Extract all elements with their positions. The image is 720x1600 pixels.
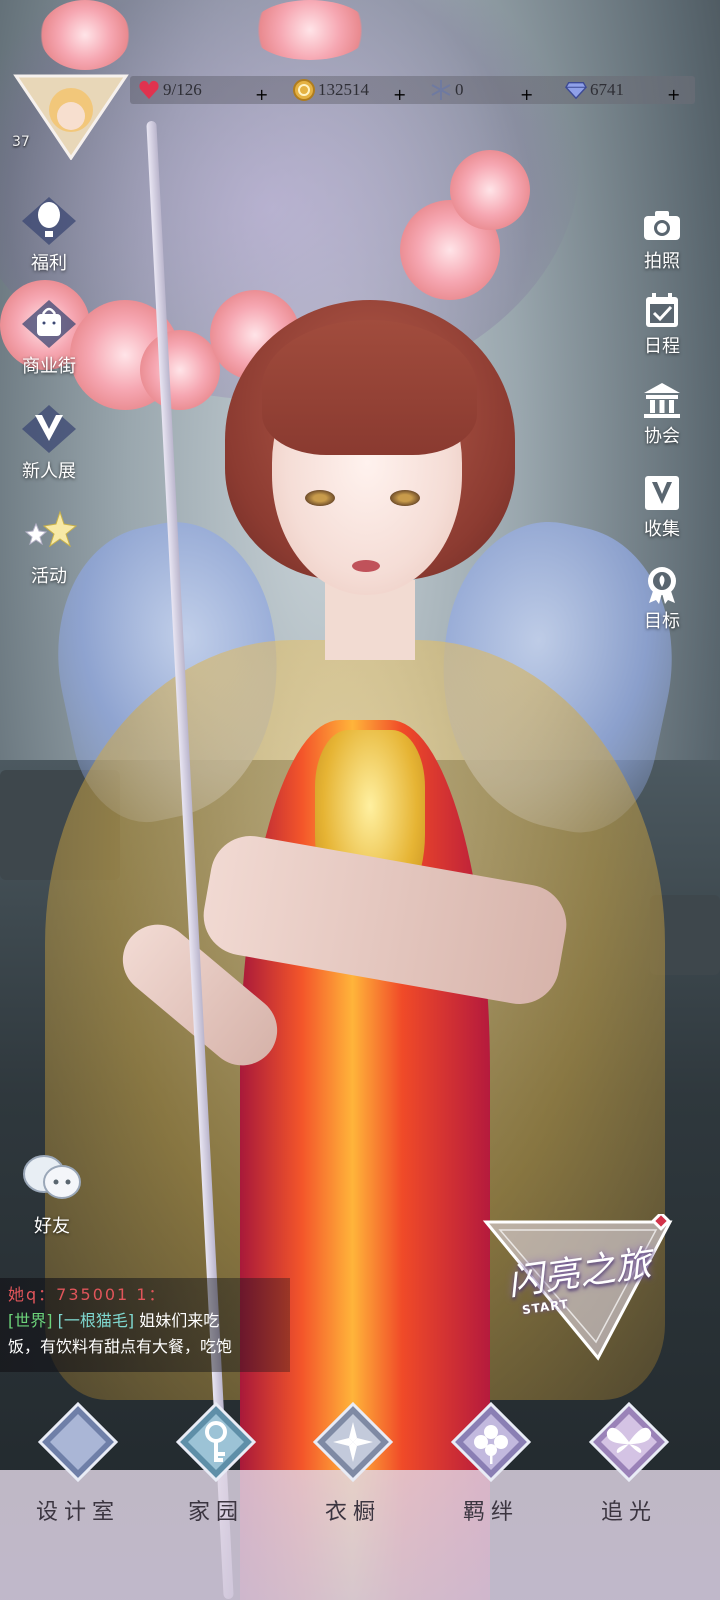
welfare-button[interactable]: 福利 [20,195,78,275]
building-icon [640,380,684,420]
resource-stamina: 9/126 [138,76,202,104]
newcomer-show-label: 新人展 [22,461,76,482]
collection-label: 收集 [644,519,680,540]
schedule-label: 日程 [644,336,680,357]
shining-journey-event-button[interactable]: 闪亮之旅 START [478,1214,678,1364]
snowflake-value: 0 [455,80,464,99]
association-label: 协会 [644,426,680,447]
moon-crest-icon [36,1400,120,1484]
gold-coin-icon [293,79,315,101]
nav-label: 羁绊 [462,1500,519,1525]
blossom [450,150,530,230]
character-lips [352,560,380,572]
add-snowflake-button[interactable]: + [520,80,533,108]
clover-icon [449,1400,533,1484]
photo-button[interactable]: 拍照 [640,205,684,273]
nav-label: 追光 [600,1500,657,1525]
camera-icon [640,205,684,245]
commerce-street-label: 商业街 [22,356,76,377]
nav-design-studio[interactable]: 设计室 [23,1400,133,1526]
schedule-button[interactable]: 日程 [640,290,684,358]
v-badge-icon [640,473,684,513]
character-eye [390,490,420,506]
resource-snowflake: 0 [430,76,464,104]
photo-label: 拍照 [644,251,680,272]
key-icon [174,1400,258,1484]
crystal-flower-icon [311,1400,395,1484]
nav-label: 衣橱 [324,1500,381,1525]
add-diamond-button[interactable]: + [667,80,680,108]
association-button[interactable]: 协会 [640,380,684,448]
chat-sender-name[interactable]: [一根猫毛] [58,1311,135,1330]
nav-bond[interactable]: 羁绊 [436,1400,546,1526]
nav-chase-light[interactable]: 追光 [574,1400,684,1526]
welfare-label: 福利 [31,253,67,274]
blossom [250,0,370,60]
diamond-value: 6741 [590,80,624,99]
chat-message-text: 饭，有饮料有甜点有大餐，吃饱 [8,1337,233,1356]
snowflake-icon [430,79,452,101]
hot-air-balloon-icon [20,195,78,247]
medal-icon [640,565,684,605]
events-label: 活动 [31,566,67,587]
chat-message-line: 她q：735001 1： [8,1285,167,1304]
blossom [140,330,220,410]
friends-button[interactable]: 好友 [18,1150,86,1238]
calendar-check-icon [640,290,684,330]
stamina-value: 9/126 [163,80,202,99]
add-gold-button[interactable]: + [393,80,406,108]
shopping-bag-icon [20,298,78,350]
resource-gold: 132514 [293,76,369,104]
v-crown-icon [20,403,78,455]
character-bangs [262,320,477,455]
blossom [40,0,130,70]
nav-wardrobe[interactable]: 衣橱 [298,1400,408,1526]
stars-icon [20,508,78,560]
chat-bubbles-icon [20,1150,84,1210]
diamond-icon [565,79,587,101]
add-stamina-button[interactable]: + [255,80,268,108]
nav-home[interactable]: 家园 [161,1400,271,1526]
chat-channel-tag: [世界] [8,1311,53,1330]
gold-value: 132514 [318,80,369,99]
player-level: 37 [12,134,30,150]
resource-diamond: 6741 [565,76,624,104]
nav-label: 设计室 [35,1500,120,1525]
goals-label: 目标 [644,611,680,632]
commerce-street-button[interactable]: 商业街 [20,298,78,378]
collection-button[interactable]: 收集 [640,473,684,541]
nav-label: 家园 [187,1500,244,1525]
butterfly-icon [587,1400,671,1484]
chat-message-line: [世界] [一根猫毛] 姐妹们来吃 [8,1308,282,1334]
chat-message-text: 姐妹们来吃 [139,1311,220,1330]
friends-label: 好友 [34,1216,70,1237]
events-button[interactable]: 活动 [20,508,78,588]
heart-gem-icon [138,79,160,101]
world-chat-panel[interactable]: 她q：735001 1： [世界] [一根猫毛] 姐妹们来吃 饭，有饮料有甜点有… [0,1278,290,1372]
newcomer-show-button[interactable]: 新人展 [20,403,78,483]
goals-button[interactable]: 目标 [640,565,684,633]
character-eye [305,490,335,506]
